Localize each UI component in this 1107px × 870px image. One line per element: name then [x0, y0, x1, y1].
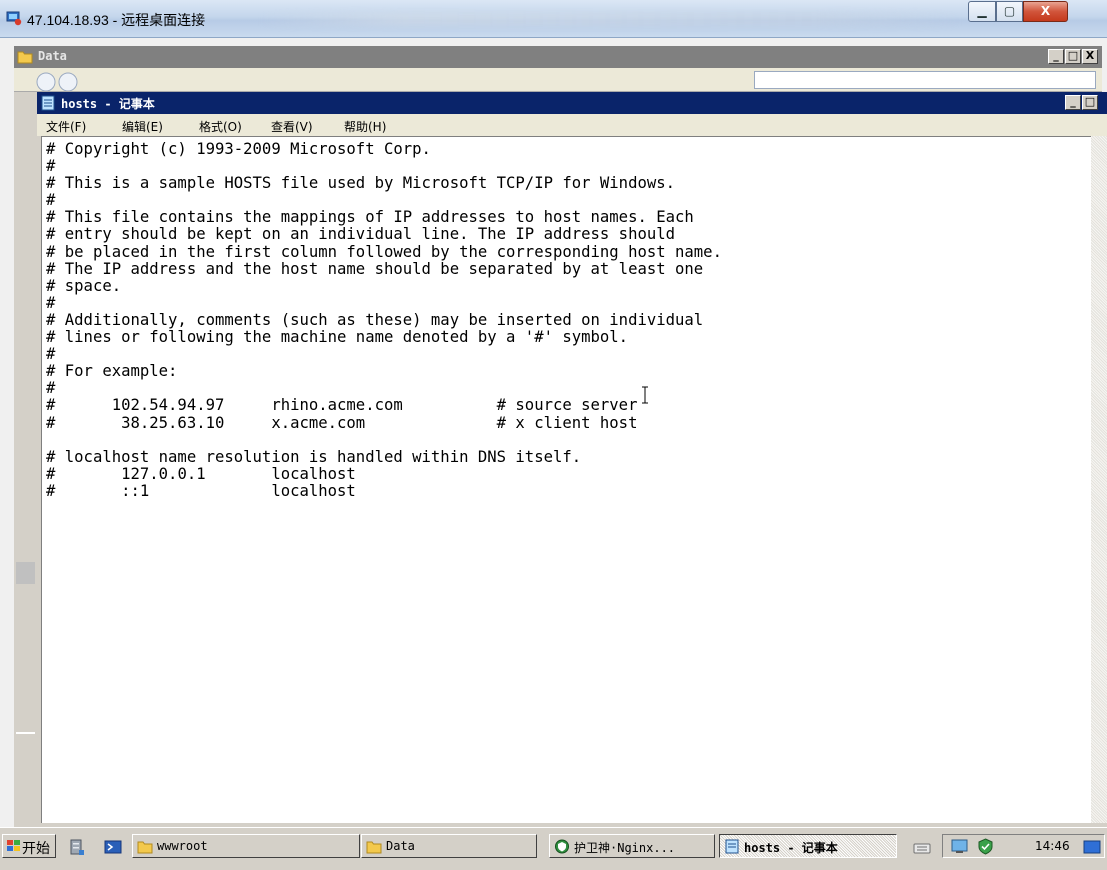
server-manager-icon[interactable] [68, 838, 86, 856]
minimize-button[interactable]: ▁ [968, 1, 996, 22]
notepad-maximize-button[interactable]: □ [1082, 95, 1098, 110]
search-box[interactable] [754, 71, 1096, 89]
windows-logo-icon [7, 840, 20, 851]
taskbar-item-nginx[interactable]: 护卫神·Nginx... [549, 834, 715, 858]
menu-format[interactable]: 格式(O) [199, 118, 242, 135]
text-cursor-icon [642, 386, 648, 404]
menu-bar: 文件(F) 编辑(E) 格式(O) 查看(V) 帮助(H) [37, 114, 1107, 136]
taskbar-item-data[interactable]: Data [361, 834, 537, 858]
taskbar-item-hosts-notepad[interactable]: hosts - 记事本 [719, 834, 897, 858]
vertical-scrollbar[interactable] [1091, 136, 1107, 823]
data-close-button[interactable]: X [1082, 49, 1098, 64]
folder-icon [137, 841, 153, 854]
hosts-file-content[interactable]: # Copyright (c) 1993-2009 Microsoft Corp… [46, 140, 722, 500]
menu-file[interactable]: 文件(F) [46, 118, 86, 135]
notepad-minimize-button[interactable]: _ [1065, 95, 1081, 110]
frame-shade [16, 562, 35, 584]
folder-icon [17, 51, 33, 64]
text-editor[interactable]: # Copyright (c) 1993-2009 Microsoft Corp… [41, 136, 1091, 823]
blurred-title-region [260, 12, 960, 26]
folder-icon [366, 841, 382, 854]
back-forward-icon[interactable] [36, 71, 96, 91]
start-button[interactable]: 开始 [2, 834, 56, 858]
notepad-title: hosts - 记事本 [61, 97, 155, 111]
show-desktop-icon[interactable] [1083, 840, 1101, 854]
keyboard-icon[interactable] [913, 838, 931, 856]
data-minimize-button[interactable]: _ [1048, 49, 1064, 64]
shield-icon [555, 839, 569, 854]
notepad-icon [41, 95, 55, 111]
notepad-icon [725, 839, 739, 854]
remote-desktop-icon [6, 11, 22, 26]
window-frame-left [14, 92, 37, 827]
notepad-window: hosts - 记事本 _ □ 文件(F) 编辑(E) 格式(O) 查看(V) … [37, 92, 1107, 827]
maximize-button[interactable]: ▢ [996, 1, 1023, 22]
menu-edit[interactable]: 编辑(E) [122, 118, 163, 135]
security-shield-icon[interactable] [977, 838, 994, 855]
taskbar-item-label: Data [386, 839, 415, 853]
taskbar-item-wwwroot[interactable]: wwwroot [132, 834, 360, 858]
system-tray: 14:46 [942, 834, 1105, 858]
data-window-title-bar[interactable]: Data _ □ X [14, 46, 1102, 68]
close-button[interactable]: X [1023, 1, 1068, 22]
taskbar-item-label: wwwroot [157, 839, 208, 853]
taskbar-item-label: 护卫神·Nginx... [574, 841, 676, 855]
menu-help[interactable]: 帮助(H) [344, 118, 386, 135]
display-icon[interactable] [951, 838, 968, 855]
menu-view[interactable]: 查看(V) [271, 118, 313, 135]
rdp-title-bar[interactable]: 47.104.18.93 - 远程桌面连接 ▁ ▢ X [0, 0, 1107, 38]
taskbar-item-label: hosts - 记事本 [744, 841, 838, 855]
clock[interactable]: 14:46 [1035, 839, 1070, 853]
notepad-title-bar[interactable]: hosts - 记事本 _ □ [37, 92, 1107, 114]
taskbar: 开始 wwwroot Data 护卫神·Nginx... hosts - 记事本 [0, 827, 1107, 870]
rdp-window-title: 47.104.18.93 - 远程桌面连接 [27, 12, 206, 28]
data-maximize-button[interactable]: □ [1065, 49, 1081, 64]
data-window-toolbar [14, 68, 1102, 92]
frame-line [16, 732, 35, 734]
powershell-icon[interactable] [104, 838, 122, 856]
data-window-title: Data [38, 49, 67, 63]
start-label: 开始 [22, 841, 50, 857]
